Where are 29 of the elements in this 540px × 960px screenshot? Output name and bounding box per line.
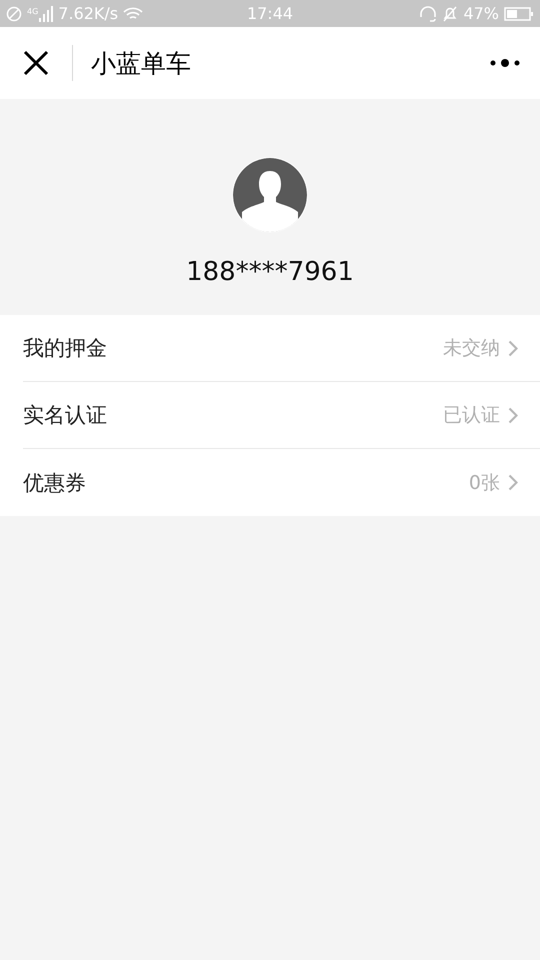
menu-value: 未交纳	[443, 336, 500, 361]
phone-number: 188****7961	[186, 257, 354, 287]
avatar-icon	[232, 157, 308, 233]
more-button[interactable]	[490, 58, 520, 68]
menu-label: 优惠券	[23, 470, 86, 496]
menu-label: 实名认证	[23, 402, 107, 429]
battery-icon	[504, 6, 534, 22]
clock: 17:44	[246, 4, 294, 23]
menu-value: 0张	[468, 470, 500, 496]
page-title: 小蓝单车	[91, 48, 191, 80]
muted-bell-icon	[442, 6, 458, 22]
chevron-icon	[508, 406, 518, 424]
chevron-icon	[508, 340, 518, 356]
menu-item[interactable]: 实名认证 已认证	[23, 382, 540, 449]
close-button[interactable]	[22, 49, 50, 77]
more-icon	[490, 58, 520, 68]
menu-value: 已认证	[443, 403, 500, 428]
menu-item[interactable]: 我的押金 未交纳	[23, 315, 540, 382]
signal-icon	[39, 6, 54, 22]
battery-percent: 47%	[463, 4, 499, 23]
wifi-icon	[123, 6, 144, 22]
close-icon	[22, 49, 50, 77]
chevron-icon	[508, 474, 518, 491]
menu-label: 我的押金	[23, 335, 107, 362]
headset-icon	[419, 6, 438, 22]
do-not-disturb-icon	[6, 6, 22, 22]
network-speed: 7.62K/s	[58, 4, 118, 23]
network-type: 4G	[27, 7, 38, 16]
menu-item[interactable]: 优惠券 0张	[23, 449, 540, 516]
